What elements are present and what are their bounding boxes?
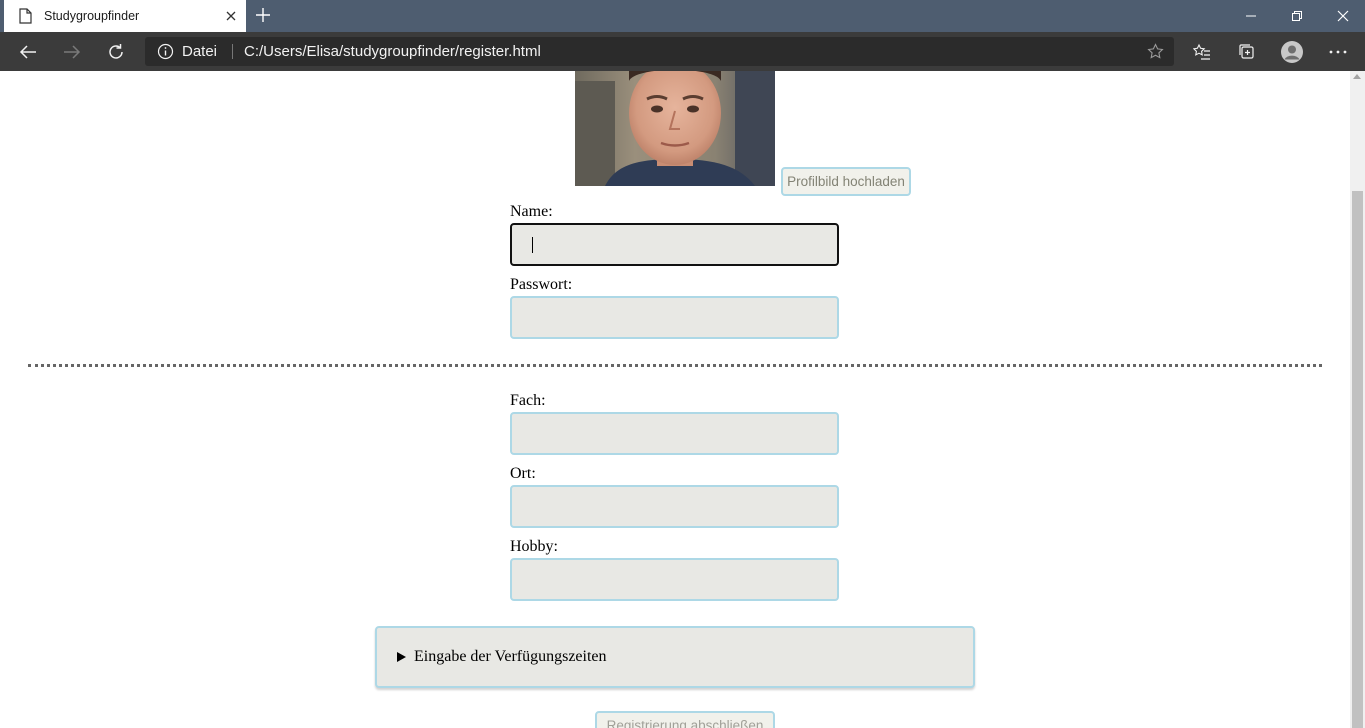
minimize-button[interactable] (1228, 0, 1274, 32)
hobby-field[interactable] (510, 558, 839, 601)
address-bar[interactable]: Datei C:/Users/Elisa/studygroupfinder/re… (145, 37, 1174, 66)
back-button[interactable] (16, 40, 40, 64)
availability-details-toggle[interactable]: Eingabe der Verfügungszeiten (375, 626, 975, 688)
refresh-button[interactable] (104, 40, 128, 64)
close-icon (1337, 10, 1349, 22)
password-label: Passwort: (510, 276, 573, 293)
tab-bar: Studygroupfinder (0, 0, 1365, 32)
password-field[interactable] (510, 296, 839, 339)
name-field[interactable] (510, 223, 839, 266)
collections-button[interactable] (1235, 40, 1259, 64)
page-icon (19, 8, 32, 24)
upload-profile-picture-button[interactable]: Profilbild hochladen (781, 167, 911, 196)
address-scheme-label: Datei (182, 43, 218, 60)
vertical-scrollbar[interactable] (1350, 71, 1365, 728)
back-arrow-icon (19, 45, 36, 59)
profile-button[interactable] (1280, 40, 1304, 64)
restore-icon (1292, 11, 1302, 21)
section-divider (28, 364, 1322, 367)
forward-arrow-icon (64, 45, 81, 59)
favorites-icon (1193, 43, 1210, 60)
location-label: Ort: (510, 465, 536, 482)
complete-registration-button[interactable]: Registrierung abschließen (595, 711, 775, 728)
text-caret (532, 237, 533, 253)
profile-picture (575, 71, 775, 186)
subject-label: Fach: (510, 392, 546, 409)
availability-summary-label: Eingabe der Verfügungszeiten (414, 648, 607, 665)
close-tab-icon[interactable] (224, 9, 238, 23)
favorites-button[interactable] (1190, 40, 1214, 64)
tab-title: Studygroupfinder (44, 9, 140, 23)
new-tab-icon[interactable] (255, 7, 271, 23)
browser-tab[interactable]: Studygroupfinder (4, 0, 246, 32)
scrollbar-thumb[interactable] (1352, 191, 1363, 728)
more-menu-button[interactable] (1326, 40, 1350, 64)
hobby-label: Hobby: (510, 538, 558, 555)
refresh-icon (109, 44, 123, 59)
add-favorite-star-icon[interactable] (1147, 43, 1164, 60)
info-icon[interactable] (157, 43, 174, 60)
forward-button[interactable] (60, 40, 84, 64)
scroll-up-arrow-icon[interactable] (1353, 74, 1361, 79)
close-window-button[interactable] (1320, 0, 1365, 32)
profile-avatar-icon (1281, 41, 1303, 63)
name-label: Name: (510, 203, 553, 220)
page-content: Profilbild hochladen Name: Passwort: Fac… (0, 71, 1350, 728)
address-url[interactable]: C:/Users/Elisa/studygroupfinder/register… (244, 37, 541, 66)
restore-button[interactable] (1274, 0, 1320, 32)
more-icon (1329, 50, 1347, 54)
location-field[interactable] (510, 485, 839, 528)
subject-field[interactable] (510, 412, 839, 455)
disclosure-triangle-icon (397, 652, 406, 662)
address-separator (232, 44, 233, 59)
collections-icon (1239, 44, 1254, 59)
profile-photo-image (575, 71, 775, 186)
minimize-icon (1246, 15, 1256, 17)
